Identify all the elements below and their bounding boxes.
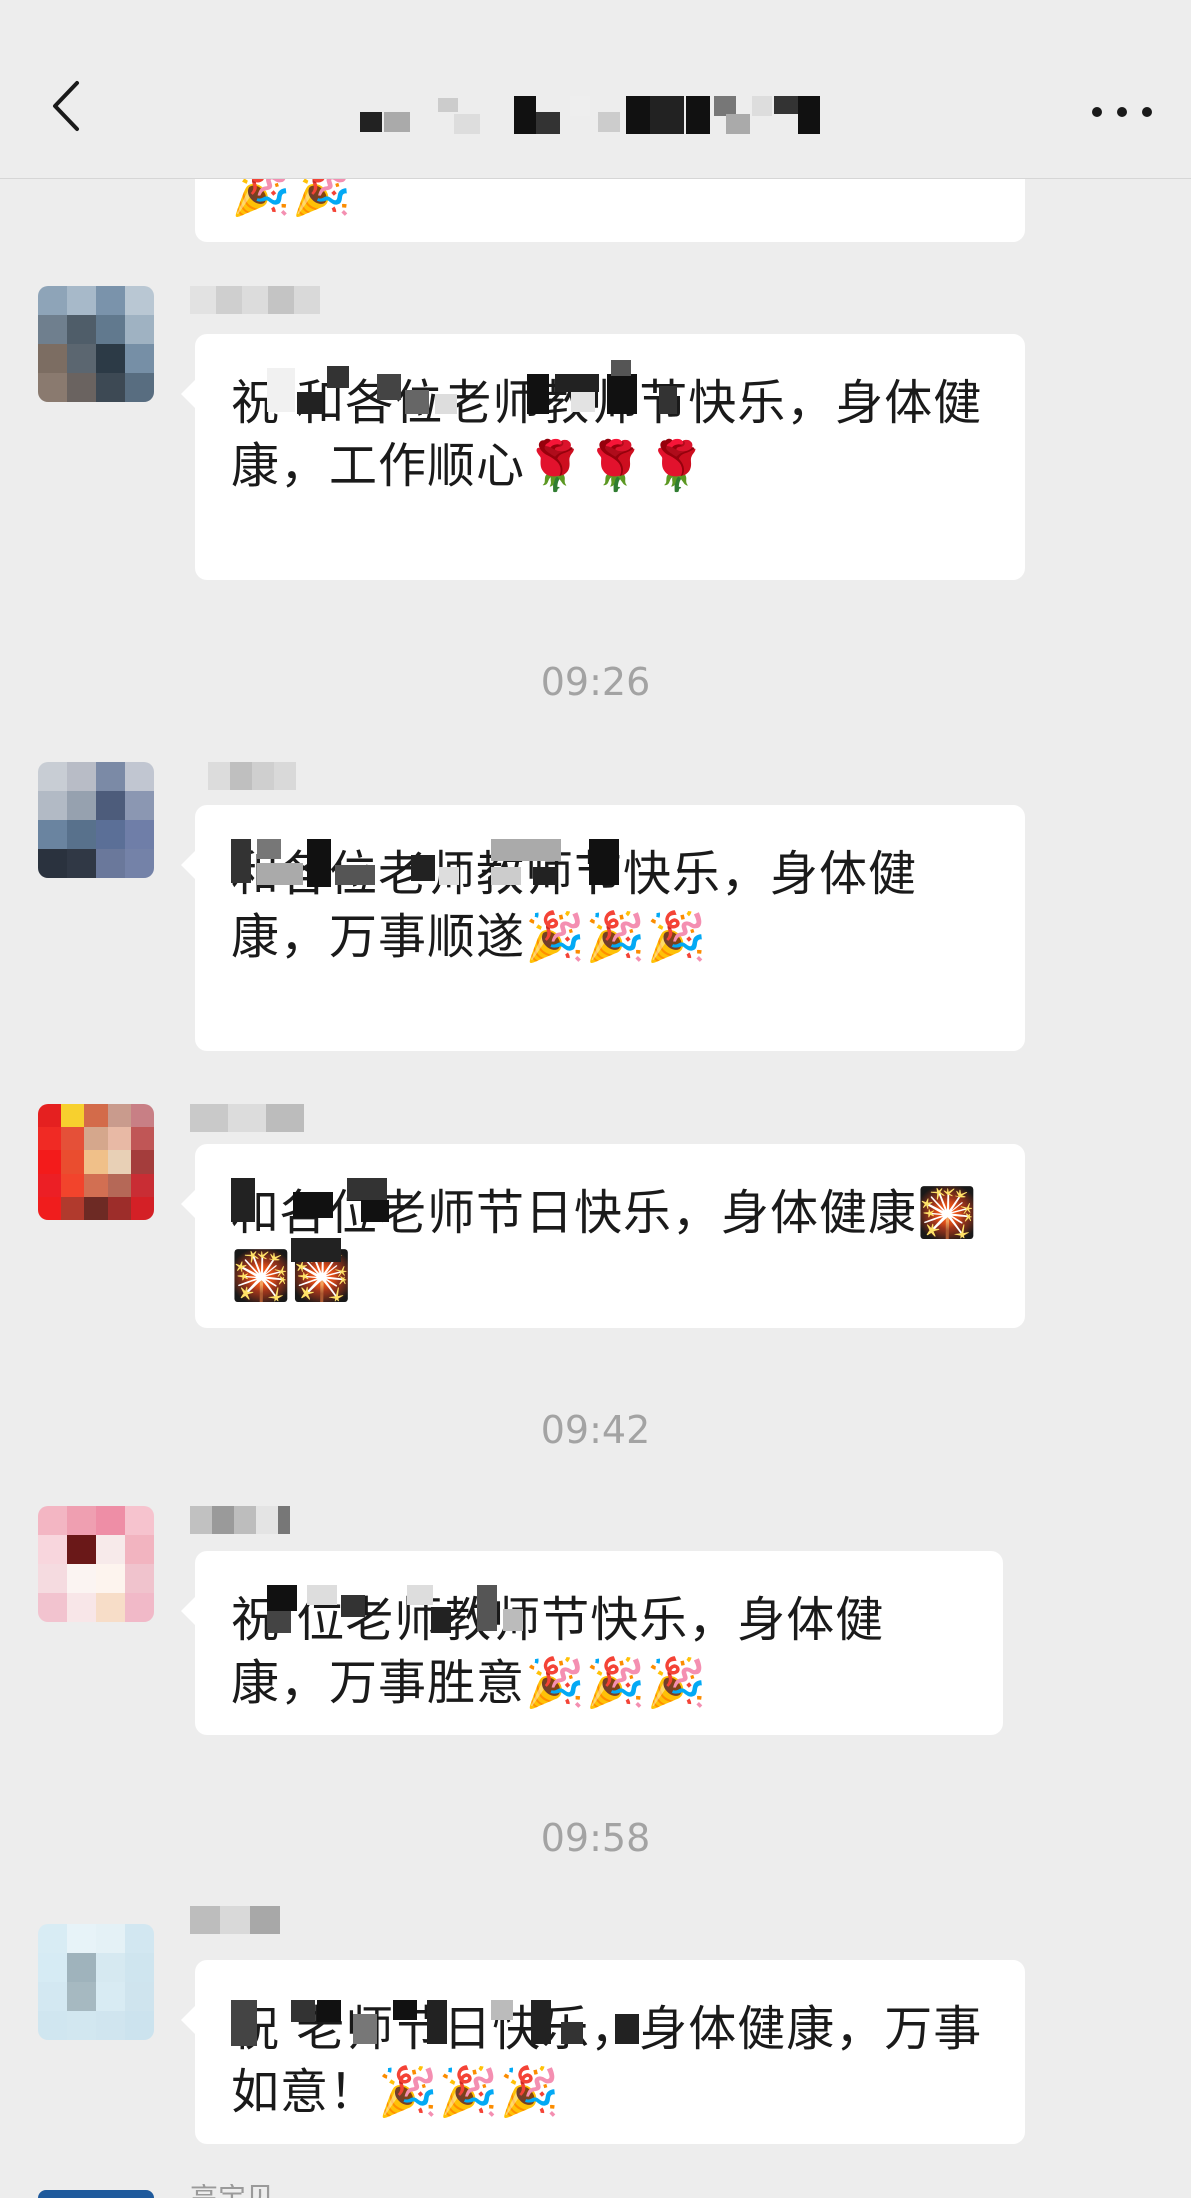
sender-name (190, 1506, 290, 1534)
sender-name (190, 1104, 304, 1132)
sender-name (208, 762, 296, 790)
avatar[interactable] (38, 1924, 154, 2040)
nav-bar (0, 0, 1191, 179)
sender-name: 高宝贝 (190, 2184, 274, 2198)
avatar[interactable] (38, 762, 154, 878)
more-icon-dot (1117, 107, 1127, 117)
avatar[interactable] (38, 1104, 154, 1220)
message-bubble[interactable]: 和各位老师节日快乐，身体健康🎇🎇🎇 (181, 1144, 1025, 1328)
avatar[interactable] (38, 286, 154, 402)
sender-name (190, 286, 320, 314)
redacted-mosaic (231, 2000, 661, 2060)
message-bubble[interactable]: 和各位老师教师节快乐，身体健康，万事顺遂🎉🎉🎉 (181, 805, 1025, 1051)
message-bubble[interactable]: 祝 位老师教师节快乐，身体健康，万事胜意🎉🎉🎉 (181, 1551, 1003, 1735)
sender-name (190, 1906, 280, 1934)
message-bubble[interactable]: 祝 老师节日快乐，身体健康，万事如意！🎉🎉🎉 (181, 1960, 1025, 2144)
redacted-mosaic (231, 1178, 461, 1262)
redacted-mosaic (267, 360, 867, 420)
redacted-mosaic (267, 1579, 567, 1639)
message-bubble[interactable]: 祝 和各位老师教师节快乐，身体健康，工作顺心🌹🌹🌹 (181, 334, 1025, 580)
chevron-left-icon (53, 81, 79, 131)
more-button[interactable] (1092, 92, 1152, 132)
timestamp: 09:58 (540, 1816, 651, 1860)
chat-area[interactable]: 🎉🎉 祝 和各位老师教师节快乐，身体健康，工作顺心🌹🌹🌹 09:26 和各位老师… (0, 0, 1191, 2198)
timestamp: 09:26 (540, 660, 651, 704)
chat-title (350, 92, 850, 136)
avatar[interactable] (38, 1506, 154, 1622)
more-icon-dot (1142, 107, 1152, 117)
timestamp: 09:42 (540, 1408, 651, 1452)
redacted-mosaic (350, 92, 850, 136)
redacted-mosaic (231, 833, 831, 893)
back-button[interactable] (38, 78, 94, 134)
avatar[interactable] (38, 2190, 154, 2198)
more-icon (1092, 107, 1102, 117)
